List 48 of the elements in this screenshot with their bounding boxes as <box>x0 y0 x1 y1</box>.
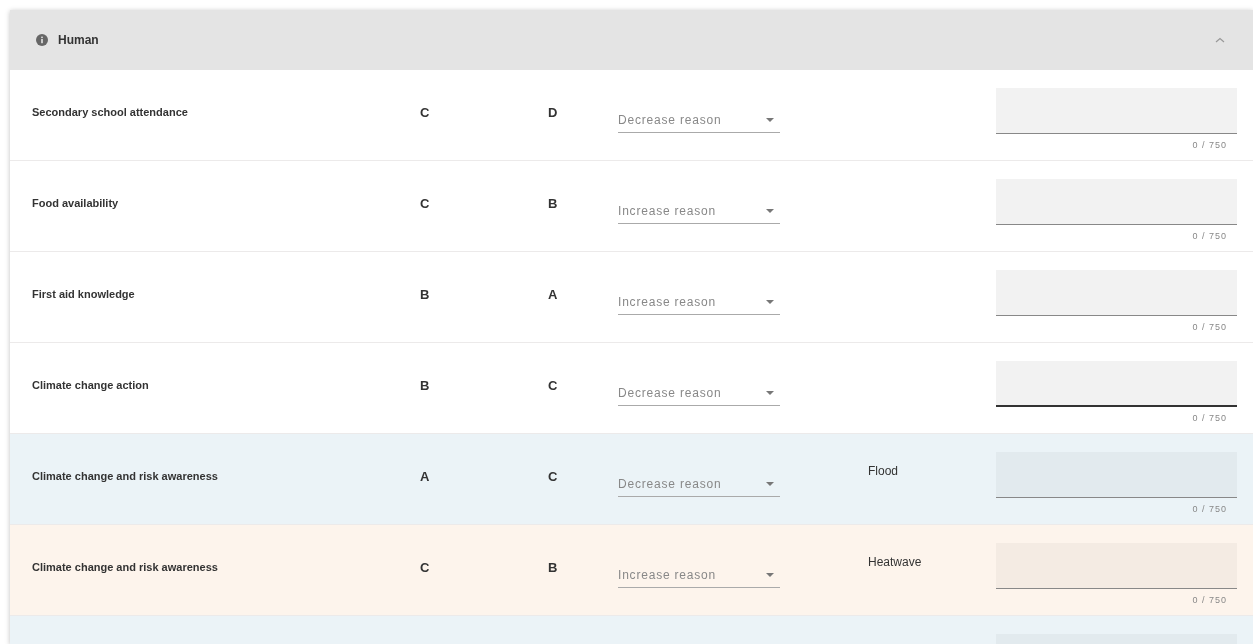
caret-icon <box>766 391 774 395</box>
current-grade: C <box>548 468 558 484</box>
previous-grade: B <box>420 377 430 393</box>
current-grade: B <box>548 559 558 575</box>
character-counter: 0 / 750 <box>1192 504 1227 514</box>
hazard-label: Flood <box>868 464 899 478</box>
reason-dropdown[interactable]: Increase reason <box>618 198 780 224</box>
comment-field[interactable] <box>996 88 1237 134</box>
character-counter: 0 / 750 <box>1192 231 1227 241</box>
indicator-label: Climate change and risk awareness <box>32 561 218 573</box>
indicator-label: Secondary school attendance <box>32 106 188 118</box>
reason-dropdown[interactable]: Decrease reason <box>618 380 780 406</box>
panel-title: Human <box>58 33 99 47</box>
indicator-label: Climate change and risk awareness <box>32 470 218 482</box>
previous-grade: C <box>420 559 430 575</box>
comment-field[interactable] <box>996 452 1237 498</box>
caret-icon <box>766 573 774 577</box>
reason-dropdown[interactable]: Increase reason <box>618 562 780 588</box>
comment-field[interactable] <box>996 270 1237 316</box>
caret-icon <box>766 118 774 122</box>
previous-grade: C <box>420 195 430 211</box>
indicator-label: First aid knowledge <box>32 288 135 300</box>
comment-field[interactable] <box>996 179 1237 225</box>
hazard-label: Heatwave <box>868 555 922 569</box>
character-counter: 0 / 750 <box>1192 322 1227 332</box>
current-grade: A <box>548 286 558 302</box>
indicator-label: Climate change action <box>32 379 149 391</box>
chevron-up-icon[interactable] <box>1215 37 1225 43</box>
character-counter: 0 / 750 <box>1192 140 1227 150</box>
reason-dropdown[interactable]: Decrease reason <box>618 471 780 497</box>
caret-icon <box>766 482 774 486</box>
current-grade: C <box>548 377 558 393</box>
character-counter: 0 / 750 <box>1192 413 1227 423</box>
info-icon <box>36 34 48 46</box>
caret-icon <box>766 300 774 304</box>
previous-grade: B <box>420 286 430 302</box>
panel-header[interactable]: Human <box>10 10 1253 70</box>
reason-dropdown[interactable]: Increase reason <box>618 289 780 315</box>
comment-field[interactable] <box>996 543 1237 589</box>
current-grade: D <box>548 104 558 120</box>
reason-dropdown[interactable]: Decrease reason <box>618 107 780 133</box>
current-grade: B <box>548 195 558 211</box>
indicator-label: Food availability <box>32 197 119 209</box>
previous-grade: A <box>420 468 430 484</box>
comment-field[interactable] <box>996 361 1237 407</box>
character-counter: 0 / 750 <box>1192 595 1227 605</box>
caret-icon <box>766 209 774 213</box>
previous-grade: C <box>420 104 430 120</box>
